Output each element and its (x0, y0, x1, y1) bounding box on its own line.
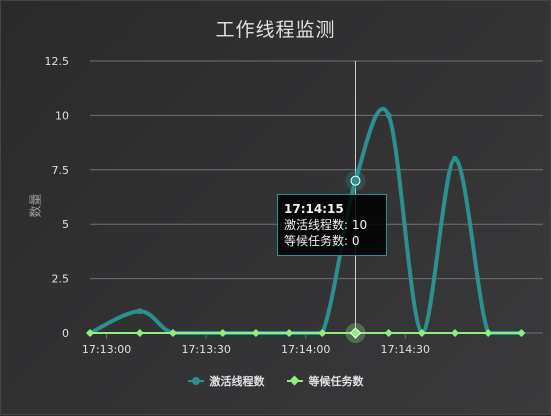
data-point-waiting-tasks (251, 329, 260, 337)
tooltip-time: 17:14:15 (284, 202, 344, 216)
y-tick-label: 2.5 (52, 273, 70, 286)
data-point-active-threads (136, 308, 143, 315)
data-point-active-threads (385, 112, 392, 119)
x-tick-label: 17:14:00 (281, 343, 330, 356)
tooltip-waiting-tasks: 等候任务数: 0 (284, 234, 360, 248)
data-point-waiting-tasks (285, 329, 294, 337)
legend-diamond-marker-icon (286, 375, 303, 386)
legend-item-active-threads[interactable]: 激活线程数 (187, 373, 265, 389)
data-point-active-threads (452, 155, 459, 162)
legend-label-waiting-tasks: 等候任务数 (308, 375, 364, 388)
legend-label-active-threads: 激活线程数 (209, 375, 265, 388)
x-tick-label: 17:13:30 (181, 343, 230, 356)
data-point-waiting-tasks (135, 329, 144, 337)
chart-legend: 激活线程数 等候任务数 (1, 373, 550, 389)
y-tick-label: 12.5 (45, 55, 70, 68)
data-point-waiting-tasks (384, 329, 393, 337)
y-tick-label: 0 (62, 327, 69, 340)
data-point-waiting-tasks (218, 329, 227, 337)
data-point-waiting-tasks (517, 329, 526, 337)
tooltip-active-threads: 激活线程数: 10 (284, 218, 368, 232)
chart-title: 工作线程监测 (215, 19, 336, 41)
x-tick-label: 17:14:30 (381, 343, 430, 356)
chart-tooltip: 17:14:15 激活线程数: 10 等候任务数: 0 (277, 194, 387, 256)
data-point-active-threads (350, 175, 361, 186)
y-tick-label: 7.5 (52, 164, 70, 177)
legend-circle-marker-icon (187, 376, 204, 386)
y-tick-label: 5 (62, 218, 69, 231)
chart-container: 0 2.5 5 7.5 10 12.5 17:13:00 17:13:30 17:14:00 17… (0, 0, 551, 415)
chart-canvas: 0 2.5 5 7.5 10 12.5 17:13:00 17:13:30 17:14:00 17… (45, 55, 543, 356)
legend-item-waiting-tasks[interactable]: 等候任务数 (286, 373, 364, 389)
data-point-waiting-tasks (451, 329, 460, 337)
x-tick-label: 17:13:00 (82, 343, 131, 356)
y-axis-label: 数量 (28, 193, 43, 218)
y-tick-label: 10 (55, 109, 69, 122)
